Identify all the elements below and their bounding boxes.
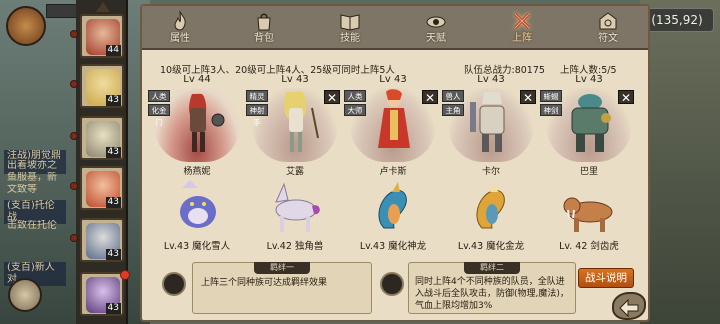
notification-dot-icon: [120, 270, 130, 280]
chat-log-line: 击致在托伦: [7, 220, 57, 231]
swords-icon: [513, 12, 531, 30]
pet-label: Lv.43 魔化神龙: [359, 241, 427, 252]
hero-race-tag: 兽人: [442, 90, 464, 102]
hero-level: Lv 43: [477, 74, 505, 85]
hero-class-tag: 主角: [442, 104, 464, 116]
tab-bar: 属性 背包 技能 天赋 上阵 符文: [142, 6, 648, 50]
pet-figure: [378, 182, 407, 229]
pet-figure: [180, 180, 216, 228]
pet-figure: [275, 182, 320, 232]
tab-label: 上阵: [512, 33, 532, 44]
pet-card[interactable]: Lv.43 魔化神龙: [346, 176, 440, 252]
pet-label: Lv.43 魔化雪人: [163, 241, 231, 252]
tab-label: 技能: [340, 33, 360, 44]
roster-level: 43: [105, 303, 121, 314]
hero-card[interactable]: Lv 43 蜥蜴人 神剑 ✕ 巴里: [540, 74, 636, 178]
bond-description: 上阵三个同种族可达成羁绊效果: [201, 278, 328, 288]
hero-class-tag: 大师: [344, 104, 366, 116]
pet-figure: [563, 197, 613, 232]
bond-description: 同时上阵4个不同种族的队员，全队进入战斗后全队攻击，防御(物理,魔法)，气血上限…: [415, 277, 569, 311]
roster-level: 44: [105, 45, 121, 56]
bag-icon: [257, 13, 271, 31]
tab-attributes[interactable]: 属性: [150, 10, 210, 48]
rune-icon: [599, 12, 617, 30]
bond-title: 羁绊一: [254, 262, 310, 274]
tab-label: 背包: [254, 33, 274, 44]
roster-level: 43: [105, 197, 121, 208]
pet-card[interactable]: Lv. 42 剑齿虎: [542, 176, 636, 252]
hero-figure: [189, 93, 225, 152]
remove-hero-button[interactable]: ✕: [520, 90, 536, 105]
tab-label: 天赋: [426, 33, 446, 44]
roster-hero-slot[interactable]: 43: [80, 272, 124, 316]
remove-hero-button[interactable]: ✕: [422, 90, 438, 105]
hero-figure: [378, 89, 410, 148]
tab-label: 属性: [170, 33, 190, 44]
hero-card[interactable]: Lv 43 精灵 神射手 ✕ 艾露: [246, 74, 342, 178]
bond-two-box: 羁绊二 同时上阵4个不同种族的队员，全队进入战斗后全队攻击，防御(物理,魔法)，…: [408, 262, 576, 314]
hero-card[interactable]: Lv 43 人类 大师 ✕ 卢卡斯: [344, 74, 440, 178]
player-avatar[interactable]: [6, 6, 46, 46]
roster-hero-slot[interactable]: 43: [80, 116, 124, 160]
roster-scroll-up-icon[interactable]: [96, 2, 110, 12]
hero-race-tag: 人类: [344, 90, 366, 102]
tab-label: 符文: [598, 33, 618, 44]
tab-formation[interactable]: 上阵: [492, 10, 552, 48]
coordinate-readout: (135,92): [640, 8, 714, 32]
return-arrow-icon: [619, 298, 639, 318]
hero-level: Lv 44: [183, 74, 211, 85]
hero-class-tag: 神剑: [540, 104, 562, 116]
roster-pin-icon: [70, 80, 78, 88]
status-badge: [46, 4, 78, 18]
bond-one-icon: [162, 272, 186, 296]
eye-icon: [426, 16, 446, 28]
hero-level: Lv 43: [379, 74, 407, 85]
roster-level: 43: [105, 147, 121, 158]
roster-hero-slot[interactable]: 43: [80, 218, 124, 262]
hero-card[interactable]: Lv 43 兽人 主角 ✕ 卡尔: [442, 74, 538, 178]
pet-label: Lv.42 独角兽: [266, 241, 324, 252]
bond-two-icon: [380, 272, 404, 296]
pet-card[interactable]: Lv.43 魔化雪人: [150, 176, 244, 252]
hero-class-tag: 神射手: [246, 104, 268, 127]
world-background-right: [640, 0, 720, 324]
tab-runes[interactable]: 符文: [578, 10, 638, 48]
hero-class-tag: 化金门: [148, 104, 170, 127]
remove-hero-button[interactable]: ✕: [324, 90, 340, 105]
hero-race-tag: 精灵: [246, 90, 268, 102]
roster-pin-icon: [70, 132, 78, 140]
hero-level: Lv 43: [575, 74, 603, 85]
close-panel-button[interactable]: [612, 292, 646, 320]
roster-hero-slot[interactable]: 44: [80, 14, 124, 58]
roster-level: 43: [105, 95, 121, 106]
hero-level: Lv 43: [281, 74, 309, 85]
hero-figure: [470, 92, 505, 152]
roster-pin-icon: [70, 234, 78, 242]
roster-hero-slot[interactable]: 43: [80, 64, 124, 108]
hero-figure: [571, 94, 611, 152]
roster-level: 43: [105, 249, 121, 260]
hero-figure: [283, 92, 319, 152]
bond-one-box: 羁绊一 上阵三个同种族可达成羁绊效果: [192, 262, 372, 314]
pet-card[interactable]: Lv.42 独角兽: [248, 176, 342, 252]
pet-card[interactable]: Lv.43 魔化金龙: [444, 176, 538, 252]
roster-pin-icon: [70, 30, 78, 38]
pet-label: Lv.43 魔化金龙: [457, 241, 525, 252]
map-compass-button[interactable]: [8, 278, 42, 312]
pet-label: Lv. 42 剑齿虎: [559, 241, 619, 252]
battle-info-button[interactable]: 战斗说明: [578, 268, 634, 288]
tab-backpack[interactable]: 背包: [234, 10, 294, 48]
remove-hero-button[interactable]: ✕: [618, 90, 634, 105]
tab-skills[interactable]: 技能: [320, 10, 380, 48]
pet-figure: [476, 182, 505, 229]
roster-hero-slot[interactable]: 43: [80, 166, 124, 210]
hero-race-tag: 蜥蜴人: [540, 90, 562, 113]
flame-icon: [174, 10, 186, 31]
roster-pin-icon: [70, 182, 78, 190]
tab-talent[interactable]: 天赋: [406, 10, 466, 48]
book-icon: [340, 14, 360, 31]
hero-card[interactable]: Lv 44 人类 化金门 杨燕妮: [148, 74, 244, 178]
hero-race-tag: 人类: [148, 90, 170, 102]
bond-title: 羁绊二: [464, 262, 520, 274]
